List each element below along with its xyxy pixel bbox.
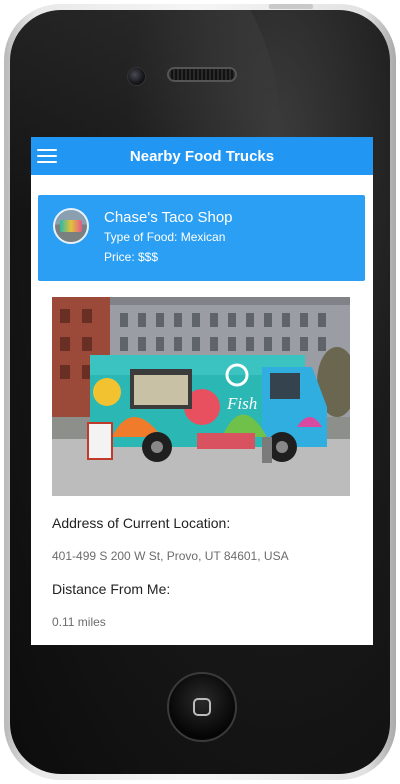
top-navbar: Nearby Food Trucks	[31, 137, 373, 175]
mute-switch	[4, 132, 8, 160]
distance-label: Distance From Me:	[52, 581, 171, 597]
home-square-icon	[193, 698, 211, 716]
volume-down-button	[4, 236, 8, 280]
earpiece-speaker	[167, 67, 237, 82]
address-label: Address of Current Location:	[52, 515, 231, 531]
truck-name: Chase's Taco Shop	[104, 209, 233, 226]
address-value: 401-499 S 200 W St, Provo, UT 84601, USA	[52, 549, 289, 563]
truck-sign-text: Fish	[226, 394, 257, 413]
hamburger-menu-icon[interactable]	[37, 149, 57, 163]
home-button[interactable]	[167, 672, 237, 742]
front-camera-icon	[127, 67, 146, 86]
truck-avatar	[53, 208, 89, 244]
page-title: Nearby Food Trucks	[129, 147, 275, 165]
distance-value: 0.11 miles	[52, 615, 106, 629]
volume-up-button	[4, 180, 8, 224]
food-truck-card[interactable]: Chase's Taco Shop Type of Food: Mexican …	[38, 195, 365, 281]
truck-food-type: Type of Food: Mexican	[104, 230, 226, 244]
app-screen: Nearby Food Trucks Chase's Taco Shop Typ…	[31, 137, 373, 645]
truck-price: Price: $$$	[104, 250, 159, 264]
food-truck-photo: Fish	[52, 297, 350, 496]
power-button	[269, 4, 313, 9]
